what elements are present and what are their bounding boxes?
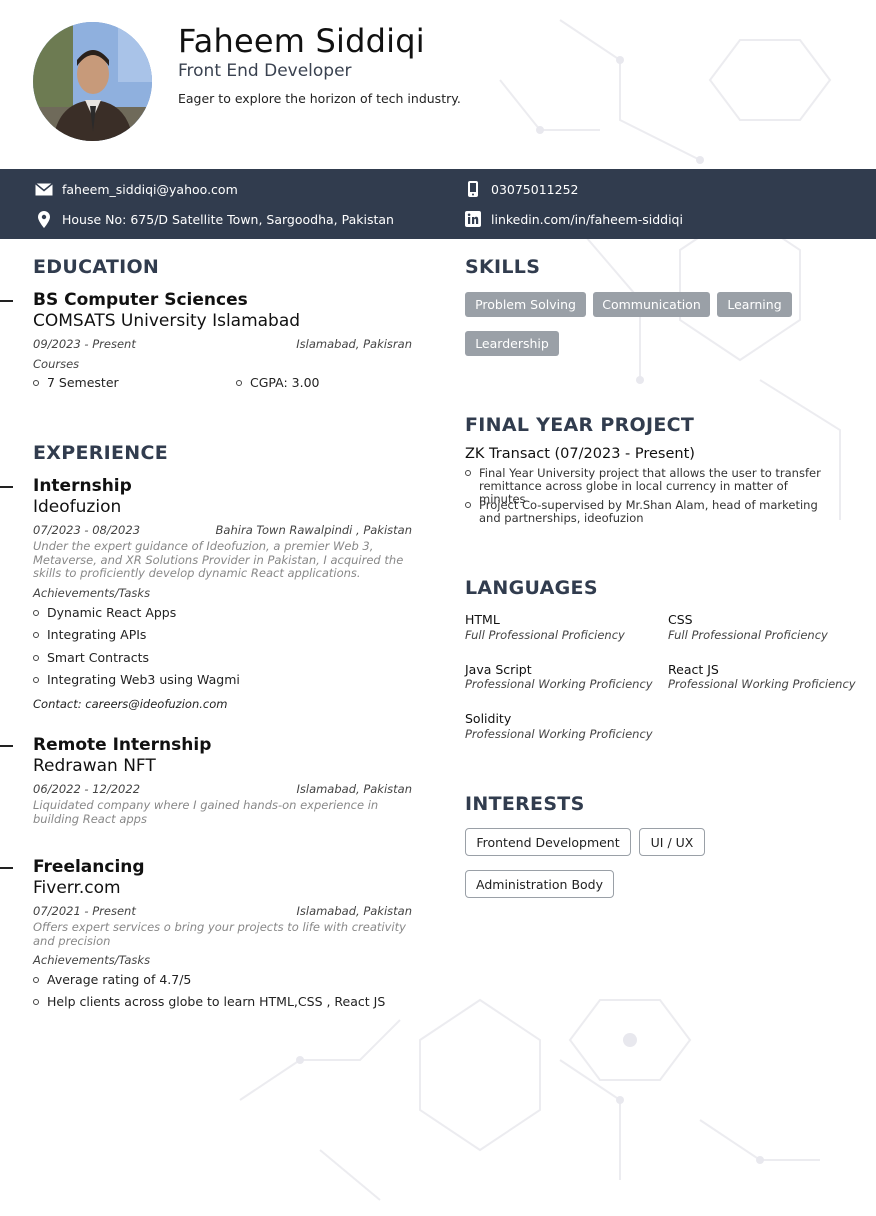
- bullet-icon: [33, 654, 39, 661]
- achievement-item: Average rating of 4.7/5: [33, 972, 191, 987]
- bullet-icon: [33, 379, 39, 386]
- linkedin-icon: [463, 210, 483, 228]
- experience-heading: EXPERIENCE: [33, 442, 169, 464]
- language-level: Full Professional Proficiency: [465, 628, 625, 642]
- phone-text: 03075011252: [491, 181, 579, 197]
- achievement-item: Help clients across globe to learn HTML,…: [33, 994, 385, 1009]
- profile-photo: [33, 22, 152, 141]
- courses-label: Courses: [33, 357, 80, 371]
- experience-org: Redrawan NFT: [33, 756, 156, 776]
- course-item: 7 Semester: [33, 375, 119, 390]
- contact-phone[interactable]: 03075011252: [463, 180, 578, 198]
- bullet-icon: [33, 631, 39, 638]
- bullet-icon: [33, 976, 39, 983]
- languages-heading: LANGUAGES: [465, 577, 598, 599]
- bullet-icon: [33, 998, 39, 1005]
- achievements-label: Achievements/Tasks: [33, 953, 151, 967]
- experience-org: Fiverr.com: [33, 878, 121, 898]
- interest-tag: Frontend Development: [465, 828, 631, 856]
- experience-title: Freelancing: [33, 857, 145, 877]
- entry-marker: [0, 867, 13, 869]
- experience-title: Remote Internship: [33, 735, 212, 755]
- course-item: CGPA: 3.00: [236, 375, 320, 390]
- language-name: React JS: [668, 662, 719, 677]
- experience-description: Under the expert guidance of Ideofuzion,…: [33, 539, 404, 580]
- skills-heading: SKILLS: [465, 256, 541, 278]
- achievement-item: Integrating APIs: [33, 627, 146, 642]
- experience-title: Internship: [33, 476, 132, 496]
- achievement-item: Dynamic React Apps: [33, 605, 176, 620]
- skill-tag: Communication: [593, 292, 710, 317]
- full-name: Faheem Siddiqi: [178, 22, 425, 60]
- language-name: HTML: [465, 612, 500, 627]
- project-name: ZK Transact (07/2023 - Present): [465, 446, 695, 462]
- language-level: Professional Working Proficiency: [668, 677, 856, 691]
- language-level: Professional Working Proficiency: [465, 677, 653, 691]
- achievement-item: Integrating Web3 using Wagmi: [33, 672, 240, 687]
- interests-heading: INTERESTS: [465, 793, 585, 815]
- experience-dates: 07/2021 - Present: [33, 904, 136, 918]
- experience-meta: 07/2021 - Present Islamabad, Pakistan: [33, 904, 412, 918]
- skill-tag: Learning: [717, 292, 792, 317]
- language-name: CSS: [668, 612, 693, 627]
- bullet-icon: [33, 609, 39, 616]
- location-pin-icon: [34, 210, 54, 228]
- achievement-item: Smart Contracts: [33, 650, 149, 665]
- experience-description: Liquidated company where I gained hands-…: [33, 798, 379, 826]
- linkedin-text: linkedin.com/in/faheem-siddiqi: [491, 211, 683, 227]
- entry-marker: [0, 300, 13, 302]
- experience-meta: 07/2023 - 08/2023 Bahira Town Rawalpindi…: [33, 523, 412, 537]
- education-meta: 09/2023 - Present Islamabad, Pakisran: [33, 337, 412, 351]
- contact-linkedin[interactable]: linkedin.com/in/faheem-siddiqi: [463, 210, 683, 228]
- experience-meta: 06/2022 - 12/2022 Islamabad, Pakistan: [33, 782, 412, 796]
- resume-header: Faheem Siddiqi Front End Developer Eager…: [0, 0, 876, 169]
- project-heading: FINAL YEAR PROJECT: [465, 414, 695, 436]
- experience-dates: 07/2023 - 08/2023: [33, 523, 141, 537]
- experience-location: Bahira Town Rawalpindi , Pakistan: [215, 523, 412, 537]
- bullet-icon: [33, 676, 39, 683]
- project-bullet: Project Co-supervised by Mr.Shan Alam, h…: [465, 499, 835, 525]
- envelope-icon: [34, 180, 54, 198]
- job-title: Front End Developer: [178, 61, 352, 81]
- experience-description: Offers expert services o bring your proj…: [33, 920, 406, 948]
- achievements-label: Achievements/Tasks: [33, 586, 151, 600]
- phone-icon: [463, 180, 483, 198]
- education-location: Islamabad, Pakisran: [296, 337, 412, 351]
- school-name: COMSATS University Islamabad: [33, 311, 301, 331]
- language-name: Java Script: [465, 662, 532, 677]
- address-text: House No: 675/D Satellite Town, Sargoodh…: [62, 211, 394, 227]
- bullet-icon: [465, 502, 471, 508]
- bullet-icon: [465, 470, 471, 476]
- email-text: faheem_siddiqi@yahoo.com: [62, 181, 238, 197]
- education-heading: EDUCATION: [33, 256, 160, 278]
- contact-bar: faheem_siddiqi@yahoo.com 03075011252 Hou…: [0, 169, 876, 239]
- education-dates: 09/2023 - Present: [33, 337, 136, 351]
- interest-tag: UI / UX: [639, 828, 705, 856]
- interest-tag: Administration Body: [465, 870, 614, 898]
- language-name: Solidity: [465, 711, 512, 726]
- entry-marker: [0, 486, 13, 488]
- language-level: Professional Working Proficiency: [465, 727, 653, 741]
- experience-dates: 06/2022 - 12/2022: [33, 782, 141, 796]
- tagline: Eager to explore the horizon of tech ind…: [178, 91, 461, 106]
- experience-location: Islamabad, Pakistan: [296, 782, 412, 796]
- contact-email[interactable]: faheem_siddiqi@yahoo.com: [34, 180, 238, 198]
- skill-tag: Leardership: [465, 331, 559, 356]
- experience-contact: Contact: careers@ideofuzion.com: [33, 697, 228, 711]
- bullet-icon: [236, 379, 242, 386]
- experience-location: Islamabad, Pakistan: [296, 904, 412, 918]
- contact-address: House No: 675/D Satellite Town, Sargoodh…: [34, 210, 394, 228]
- skill-tag: Problem Solving: [465, 292, 586, 317]
- entry-marker: [0, 745, 13, 747]
- language-level: Full Professional Proficiency: [668, 628, 828, 642]
- degree-title: BS Computer Sciences: [33, 290, 248, 310]
- experience-org: Ideofuzion: [33, 497, 122, 517]
